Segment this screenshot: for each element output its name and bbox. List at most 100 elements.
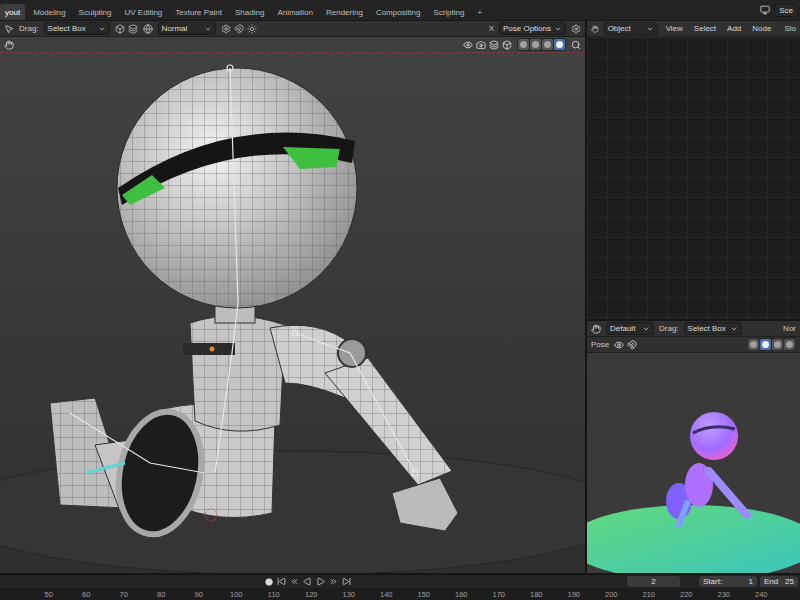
- workspace-tab[interactable]: yout: [0, 4, 25, 20]
- shading-mode-button[interactable]: [760, 339, 771, 350]
- menu-item[interactable]: Add: [724, 24, 744, 33]
- end-frame-field[interactable]: End25: [760, 576, 798, 587]
- jump-start-icon[interactable]: [277, 577, 286, 586]
- workspace-tab[interactable]: Compositing: [371, 4, 425, 20]
- ruler-tick: 130: [330, 590, 368, 599]
- ruler-tick: 60: [68, 590, 106, 599]
- menu-item[interactable]: Select: [691, 24, 719, 33]
- shading-mode-button[interactable]: [748, 339, 759, 350]
- workspace-tab[interactable]: Texture Paint: [170, 4, 227, 20]
- jump-end-icon[interactable]: [342, 577, 351, 586]
- preview-scene[interactable]: [587, 353, 800, 573]
- pose-options-dropdown[interactable]: Pose Options: [499, 22, 566, 35]
- drag-mode-dropdown[interactable]: Select Box: [44, 22, 110, 35]
- preview-icons: [614, 340, 637, 350]
- shading-mode-button[interactable]: [784, 339, 795, 350]
- xray-icon[interactable]: [502, 40, 512, 50]
- node-editor[interactable]: [587, 37, 800, 321]
- visibility-icon[interactable]: [614, 340, 624, 350]
- start-value: 1: [749, 577, 753, 586]
- snap-icons: [221, 24, 257, 34]
- tool-icons: [115, 24, 138, 34]
- magnet-icon[interactable]: [627, 340, 637, 350]
- play-reverse-icon[interactable]: [303, 577, 312, 586]
- armature-bones[interactable]: [70, 65, 418, 476]
- chevron-down-icon: [98, 25, 106, 33]
- next-keyframe-icon[interactable]: [329, 577, 338, 586]
- workspace-tab[interactable]: Shading: [230, 4, 269, 20]
- workspace-tab[interactable]: Animation: [272, 4, 318, 20]
- viewport-3d[interactable]: [0, 53, 585, 573]
- workspace-tab[interactable]: UV Editing: [120, 4, 168, 20]
- ruler-tick: 140: [368, 590, 406, 599]
- preview-viewport[interactable]: [587, 353, 800, 573]
- drag-label: Drag:: [19, 24, 39, 33]
- mirror-x-toggle[interactable]: X: [489, 24, 494, 33]
- play-icon[interactable]: [316, 577, 325, 586]
- transform-dropdown[interactable]: Default: [606, 322, 654, 335]
- menu-item[interactable]: Node: [749, 24, 774, 33]
- shading-mode-button[interactable]: [530, 39, 541, 50]
- playback-controls: [265, 577, 351, 586]
- menu-item[interactable]: View: [663, 24, 686, 33]
- playback-row: 2 Start:1End25: [0, 575, 800, 588]
- search-icon[interactable]: [571, 40, 581, 50]
- drag-mode-dropdown[interactable]: Select Box: [684, 322, 742, 335]
- scene-icon[interactable]: [760, 5, 770, 15]
- viewport-header: [0, 37, 585, 53]
- selected-bone[interactable]: [85, 463, 125, 473]
- camera-icon[interactable]: [476, 40, 486, 50]
- workspace-tab[interactable]: Sculpting: [74, 4, 117, 20]
- timeline: 2 Start:1End25506070809010011012013014015…: [0, 573, 800, 600]
- overlay-icon[interactable]: [489, 40, 499, 50]
- workspace-tab[interactable]: Modeling: [28, 4, 70, 20]
- preview-robot[interactable]: [666, 412, 747, 525]
- proportional-icon[interactable]: [247, 24, 257, 34]
- workspace-tab[interactable]: Rendering: [321, 4, 368, 20]
- ruler-tick: 110: [255, 590, 293, 599]
- previous-keyframe-icon[interactable]: [290, 577, 299, 586]
- select-tool-icon[interactable]: [4, 24, 14, 34]
- settings-icon[interactable]: [571, 24, 581, 34]
- record-icon[interactable]: [265, 578, 273, 586]
- node-editor-header: Object View Select Add Node Slo: [587, 21, 800, 37]
- ruler-tick: 210: [630, 590, 668, 599]
- editor-type-icon[interactable]: [591, 324, 601, 334]
- editor-type-icon[interactable]: [4, 40, 14, 50]
- workspace-tab[interactable]: Scripting: [428, 4, 469, 20]
- robot-model[interactable]: [50, 68, 458, 542]
- shading-dot: [762, 341, 769, 348]
- chevron-down-icon: [204, 25, 212, 33]
- ruler-tick: 70: [105, 590, 143, 599]
- current-frame-field[interactable]: 2: [627, 576, 680, 587]
- ruler-tick: 200: [593, 590, 631, 599]
- start-frame-field[interactable]: Start:1: [699, 576, 757, 587]
- shading-mode-button[interactable]: [542, 39, 553, 50]
- shading-mode-button[interactable]: [518, 39, 529, 50]
- visibility-icon[interactable]: [463, 40, 473, 50]
- play-reverse-button[interactable]: [303, 577, 312, 586]
- layers-icon[interactable]: [128, 24, 138, 34]
- ruler-tick: 80: [143, 590, 181, 599]
- shading-mode-button[interactable]: [772, 339, 783, 350]
- orientation-label[interactable]: Nor: [783, 324, 796, 333]
- ruler-tick: 90: [180, 590, 218, 599]
- ruler-tick: 50: [30, 590, 68, 599]
- viewport-shading: [517, 38, 566, 51]
- editor-type-icon[interactable]: [591, 24, 599, 34]
- shading-mode-button[interactable]: [554, 39, 565, 50]
- add-workspace-button[interactable]: +: [472, 4, 487, 20]
- frame-ruler[interactable]: 5060708090100110120130140150160170180190…: [0, 588, 800, 600]
- magnet-icon[interactable]: [234, 24, 244, 34]
- cursor-3d-icon[interactable]: [205, 509, 217, 521]
- viewport-scene[interactable]: [0, 53, 585, 573]
- slot-label[interactable]: Slo: [784, 24, 796, 33]
- orientation-dropdown[interactable]: Normal: [158, 22, 216, 35]
- orientation-icon[interactable]: [143, 24, 153, 34]
- pivot-icon[interactable]: [221, 24, 231, 34]
- mode-label[interactable]: Pose: [591, 340, 609, 349]
- scene-field[interactable]: Sce: [774, 4, 798, 17]
- object-type-dropdown[interactable]: Object: [604, 22, 658, 35]
- box-icon[interactable]: [115, 24, 125, 34]
- ruler-tick: 120: [293, 590, 331, 599]
